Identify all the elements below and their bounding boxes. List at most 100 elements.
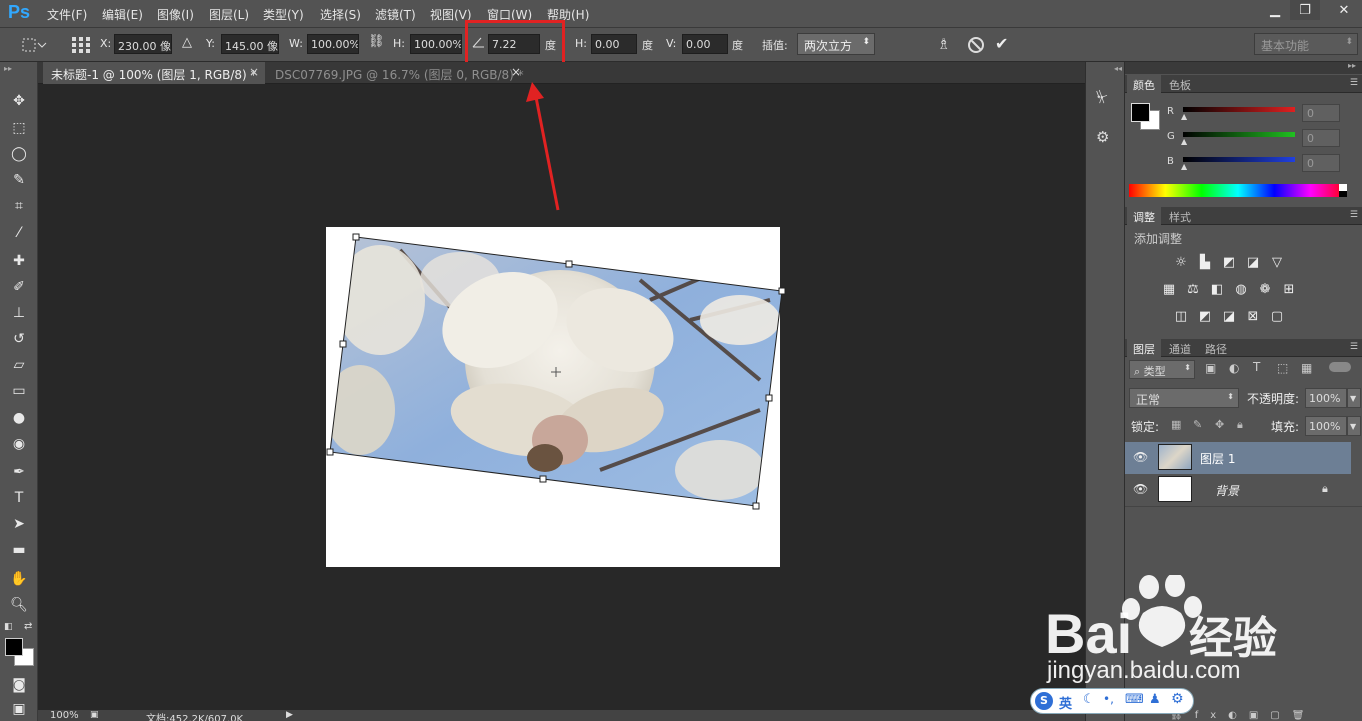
b-label: B — [1167, 156, 1174, 167]
opacity-label: 不透明度: — [1247, 392, 1300, 406]
slider-thumb-icon[interactable]: ▲ — [1181, 112, 1187, 121]
layers-panel-tabs: 图层 通道 路径 ☰ — [1125, 339, 1362, 357]
blend-mode-select[interactable]: 正常 ⬍ — [1129, 388, 1239, 408]
spectrum-black[interactable] — [1339, 191, 1347, 197]
layer-row-background[interactable]: 👁︎ 背景 🔒︎ — [1125, 474, 1351, 506]
status-icon: ▣ — [90, 710, 99, 720]
slider-thumb-icon[interactable]: ▲ — [1181, 162, 1187, 171]
tab-channels[interactable]: 通道 — [1163, 339, 1197, 357]
b-slider[interactable] — [1183, 157, 1295, 162]
photo-filter-icon[interactable]: ◍ — [1232, 281, 1250, 297]
levels-icon[interactable]: ▙ — [1196, 254, 1214, 270]
panel-menu-icon[interactable]: ☰ — [1350, 210, 1358, 220]
lock-label: 锁定: — [1131, 420, 1160, 434]
r-value[interactable]: 0 — [1302, 104, 1340, 122]
history-panel-icon[interactable]: ⏧ — [1096, 88, 1108, 106]
selective-color-icon[interactable]: ▢ — [1268, 308, 1286, 324]
ime-moon-icon[interactable]: ☾ — [1083, 692, 1095, 707]
ime-toolbar[interactable]: S 英 ☾ •, ⌨ ♟ ⚙ — [1030, 688, 1194, 714]
fill-field[interactable]: 100% — [1305, 416, 1347, 436]
filter-smart-icon[interactable]: ▦ — [1301, 361, 1312, 375]
lock-pixels-icon[interactable]: ✎ — [1193, 418, 1202, 431]
expand-icon[interactable]: ◂◂ — [1114, 64, 1122, 73]
threshold-icon[interactable]: ◪ — [1220, 308, 1238, 324]
invert-icon[interactable]: ◫ — [1172, 308, 1190, 324]
annotation-arrow — [526, 82, 560, 211]
lock-all-icon[interactable]: 🔒︎ — [1237, 418, 1243, 432]
color-balance-icon[interactable]: ⚖ — [1184, 281, 1202, 297]
g-label: G — [1167, 131, 1175, 142]
updown-icon: ⬍ — [1227, 392, 1234, 401]
tab-swatches[interactable]: 色板 — [1163, 75, 1197, 93]
channel-mixer-icon[interactable]: ❁ — [1256, 281, 1274, 297]
filter-toggle[interactable] — [1329, 362, 1351, 372]
ime-settings-icon[interactable]: ⚙ — [1171, 691, 1184, 707]
foreground-color-swatch[interactable] — [1131, 103, 1150, 122]
panel-menu-icon[interactable]: ☰ — [1350, 78, 1358, 88]
r-slider[interactable] — [1183, 107, 1295, 112]
visibility-eye-icon[interactable]: 👁︎ — [1133, 450, 1149, 466]
panel-menu-icon[interactable]: ☰ — [1350, 342, 1358, 352]
filter-shape-icon[interactable]: ⬚ — [1277, 361, 1288, 375]
properties-panel-icon[interactable]: ⚙︎ — [1096, 128, 1109, 146]
color-spectrum-bar[interactable] — [1129, 184, 1347, 197]
ime-logo-icon[interactable]: S — [1035, 692, 1053, 710]
divider — [1125, 506, 1362, 507]
add-adjustment-title: 添加调整 — [1134, 232, 1183, 246]
g-slider[interactable] — [1183, 132, 1295, 137]
tab-styles[interactable]: 样式 — [1163, 207, 1197, 225]
vibrance-icon[interactable]: ▽ — [1268, 254, 1286, 270]
g-value[interactable]: 0 — [1302, 129, 1340, 147]
ime-punct-icon[interactable]: •, — [1103, 692, 1114, 706]
fill-label: 填充: — [1271, 420, 1300, 434]
color-lookup-icon[interactable]: ⊞ — [1280, 281, 1298, 297]
lock-position-icon[interactable]: ✥ — [1215, 418, 1224, 431]
visibility-eye-icon[interactable]: 👁︎ — [1133, 482, 1149, 498]
tab-color[interactable]: 颜色 — [1127, 75, 1161, 93]
status-menu-icon[interactable]: ▶ — [286, 710, 293, 720]
filter-pixel-icon[interactable]: ▣ — [1205, 361, 1216, 375]
ime-keyboard-icon[interactable]: ⌨ — [1125, 692, 1144, 707]
layer-name[interactable]: 图层 1 — [1200, 450, 1235, 467]
filter-adjust-icon[interactable]: ◐ — [1229, 361, 1239, 375]
document-size: 文档:452.2K/607.0K — [146, 714, 244, 721]
layer-filter-value: 类型 — [1143, 365, 1166, 378]
gradient-map-icon[interactable]: ⊠ — [1244, 308, 1262, 324]
brightness-contrast-icon[interactable]: ☼ — [1172, 254, 1190, 270]
filter-type-icon[interactable]: T — [1253, 360, 1260, 374]
layer-lock-icon: 🔒︎ — [1322, 482, 1328, 495]
slider-thumb-icon[interactable]: ▲ — [1181, 137, 1187, 146]
hue-saturation-icon[interactable]: ▦ — [1160, 281, 1178, 297]
tab-paths[interactable]: 路径 — [1199, 339, 1233, 357]
opacity-field[interactable]: 100% — [1305, 388, 1347, 408]
svg-text:经验: 经验 — [1189, 614, 1277, 663]
opacity-dropdown-icon[interactable]: ▼ — [1347, 388, 1361, 408]
status-bar: 100% ▣ 文档:452.2K/607.0K ▶ — [38, 710, 1085, 721]
watermark-domain: jingyan.baidu.com — [1046, 657, 1240, 684]
posterize-icon[interactable]: ◩ — [1196, 308, 1214, 324]
collapse-panels-icon[interactable]: ▸▸ — [1348, 61, 1356, 70]
updown-icon: ⬍ — [1184, 363, 1191, 372]
layer-name[interactable]: 背景 — [1215, 482, 1239, 499]
layer-row-layer1[interactable]: 👁︎ 图层 1 — [1125, 442, 1351, 474]
search-icon: ⌕ — [1134, 365, 1141, 378]
tab-layers[interactable]: 图层 — [1127, 339, 1161, 357]
layer-actions-icons[interactable]: ⛓fx◐▣▢🗑︎ — [1170, 710, 1350, 721]
layer-filter-select[interactable]: ⌕ 类型 ⬍ — [1129, 360, 1195, 379]
ime-lang[interactable]: 英 — [1059, 693, 1072, 712]
color-panel-tabs: 颜色 色板 ☰ — [1125, 75, 1362, 93]
ime-skin-icon[interactable]: ♟ — [1149, 692, 1161, 707]
adjustments-panel-tabs: 调整 样式 ☰ — [1125, 207, 1362, 225]
baidu-watermark: Bai 经验 jingyan.baidu.com — [1045, 575, 1277, 684]
tab-adjustments[interactable]: 调整 — [1127, 207, 1161, 225]
b-value[interactable]: 0 — [1302, 154, 1340, 172]
spectrum-white[interactable] — [1339, 184, 1347, 191]
zoom-level[interactable]: 100% — [50, 710, 79, 721]
fill-dropdown-icon[interactable]: ▼ — [1347, 416, 1361, 436]
lock-transparent-icon[interactable]: ▦ — [1171, 418, 1181, 431]
curves-icon[interactable]: ◩ — [1220, 254, 1238, 270]
r-label: R — [1167, 106, 1174, 117]
exposure-icon[interactable]: ◪ — [1244, 254, 1262, 270]
black-white-icon[interactable]: ◧ — [1208, 281, 1226, 297]
layer-thumbnail — [1158, 444, 1192, 470]
